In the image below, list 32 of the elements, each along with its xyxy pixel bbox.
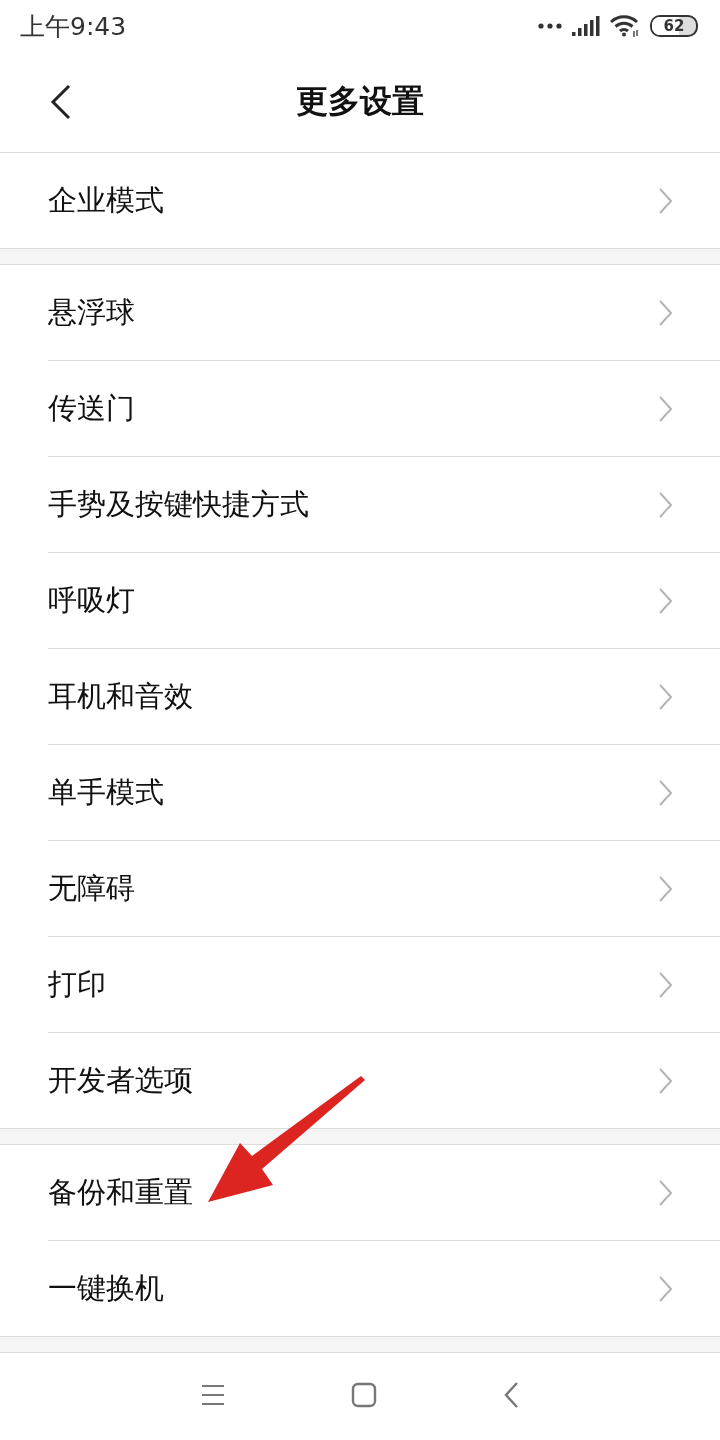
chevron-icon — [658, 971, 672, 998]
chevron-icon — [658, 491, 672, 518]
chevron-icon — [658, 395, 672, 422]
settings-item[interactable]: 悬浮球 — [48, 265, 720, 361]
status-time: 上午9:43 — [20, 10, 127, 43]
home-icon[interactable] — [351, 1381, 377, 1408]
chevron-icon — [658, 187, 672, 214]
settings-item[interactable]: 手势及按键快捷方式 — [48, 457, 720, 553]
settings-item[interactable]: 一键换机 — [48, 1241, 720, 1336]
more-dots-icon — [538, 23, 562, 29]
settings-item[interactable]: 打印 — [48, 937, 720, 1033]
battery-level-text: 62 — [663, 17, 685, 35]
chevron-icon — [658, 1179, 672, 1206]
chevron-icon — [658, 779, 672, 806]
settings-item[interactable]: 耳机和音效 — [48, 649, 720, 745]
chevron-icon — [658, 299, 672, 326]
signal-icon — [572, 16, 600, 36]
menu-icon[interactable] — [201, 1383, 225, 1406]
settings-item[interactable]: 传送门 — [48, 361, 720, 457]
chevron-icon — [658, 1067, 672, 1094]
settings-item[interactable]: 备份和重置 — [48, 1145, 720, 1241]
chevron-icon — [658, 1275, 672, 1302]
page-title: 更多设置 — [296, 81, 424, 122]
back-icon[interactable] — [50, 84, 72, 120]
settings-item[interactable]: 开发者选项 — [48, 1033, 720, 1128]
wifi-icon — [610, 14, 640, 38]
chevron-icon — [658, 683, 672, 710]
chevron-icon — [658, 587, 672, 614]
settings-item[interactable]: 无障碍 — [48, 841, 720, 937]
settings-item[interactable]: 单手模式 — [48, 745, 720, 841]
settings-item[interactable]: 呼吸灯 — [48, 553, 720, 649]
chevron-icon — [658, 875, 672, 902]
